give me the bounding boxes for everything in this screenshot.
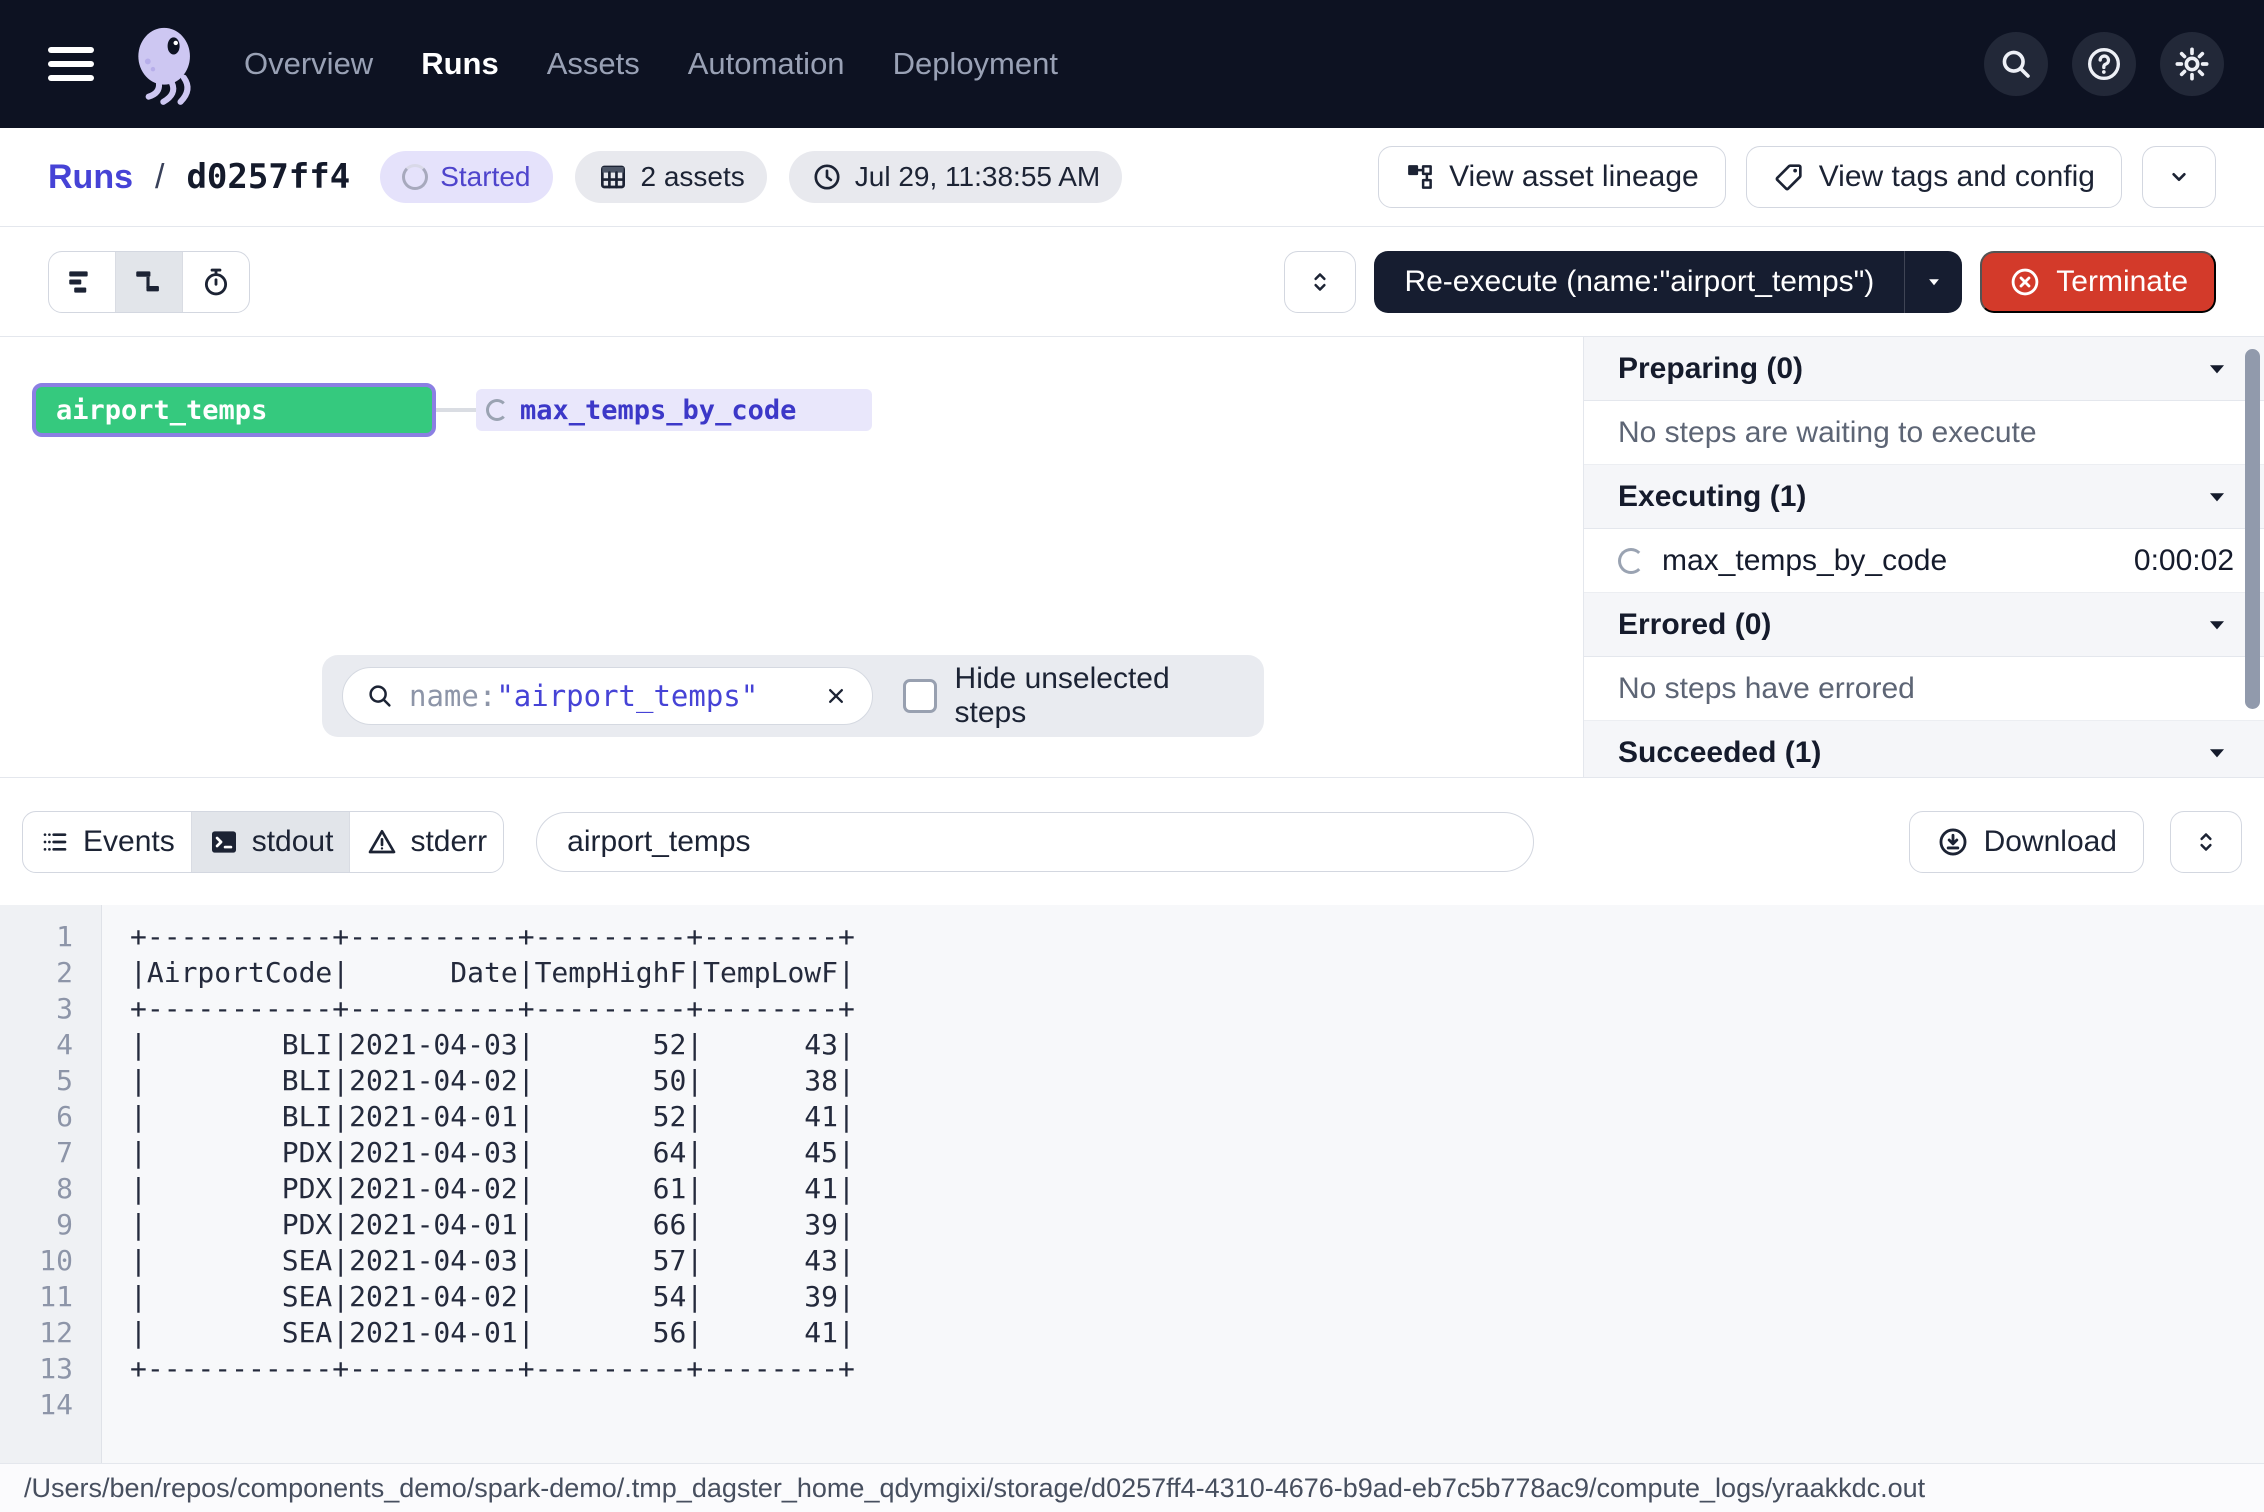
tab-stdout[interactable]: stdout	[191, 812, 350, 872]
clear-query-icon[interactable]	[822, 682, 850, 710]
nav-item-runs[interactable]: Runs	[421, 46, 499, 82]
caret-down-icon	[1921, 269, 1947, 295]
terminal-icon	[208, 826, 240, 858]
log-viewer[interactable]: 12 34 56 78 910 1112 1314 +-----------+-…	[0, 905, 2264, 1463]
top-nav: Overview Runs Assets Automation Deployme…	[0, 0, 2264, 128]
run-header: Runs / d0257ff4 Started 2 assets Jul 29,…	[0, 128, 2264, 227]
step-query-input[interactable]: name:"airport_temps"	[342, 667, 873, 725]
help-icon	[2084, 44, 2124, 84]
reexecute-split-button: Re-execute (name:"airport_temps")	[1374, 251, 1962, 313]
tab-events[interactable]: Events	[23, 812, 191, 872]
tab-stderr[interactable]: stderr	[349, 812, 503, 872]
nav-item-deployment[interactable]: Deployment	[893, 46, 1058, 82]
view-tags-config-button[interactable]: View tags and config	[1746, 146, 2122, 208]
search-icon	[365, 681, 395, 711]
status-badge: Started	[380, 151, 552, 203]
reexecute-button[interactable]: Re-execute (name:"airport_temps")	[1374, 251, 1904, 313]
log-toolbar: Events stdout stderr Download	[0, 777, 2264, 905]
nav-item-automation[interactable]: Automation	[688, 46, 845, 82]
section-errored[interactable]: Errored (0)	[1584, 593, 2264, 657]
spinner-icon	[1618, 548, 1644, 574]
chevron-down-icon	[2163, 161, 2195, 193]
nav-item-overview[interactable]: Overview	[244, 46, 373, 82]
stopwatch-icon	[199, 265, 233, 299]
hide-unselected-steps-toggle[interactable]: Hide unselected steps	[903, 662, 1244, 730]
caret-down-icon	[2204, 356, 2230, 382]
assets-badge[interactable]: 2 assets	[575, 151, 767, 203]
nav-item-assets[interactable]: Assets	[547, 46, 640, 82]
gantt-view-switcher	[48, 251, 250, 313]
reexecute-dropdown-button[interactable]	[1904, 251, 1962, 313]
search-button[interactable]	[1984, 32, 2048, 96]
gantt-waterfall-icon	[132, 265, 166, 299]
more-run-actions-button[interactable]	[2142, 146, 2216, 208]
log-path-bar: /Users/ben/repos/components_demo/spark-d…	[0, 1463, 2264, 1512]
settings-button[interactable]	[2160, 32, 2224, 96]
caret-sort-icon	[1305, 267, 1335, 297]
download-button[interactable]: Download	[1909, 811, 2144, 873]
step-node-airport-temps[interactable]: airport_temps	[32, 383, 436, 437]
caret-down-icon	[2204, 740, 2230, 766]
dagster-logo-icon[interactable]	[122, 18, 208, 110]
step-status-panel: Preparing (0) No steps are waiting to ex…	[1583, 337, 2264, 777]
caret-down-icon	[2204, 612, 2230, 638]
warning-triangle-icon	[366, 826, 398, 858]
spinner-icon	[486, 399, 508, 421]
event-list-icon	[39, 826, 71, 858]
search-icon	[1998, 46, 2034, 82]
run-body: airport_temps max_temps_by_code name:"ai…	[0, 337, 2264, 777]
lineage-icon	[1405, 162, 1435, 192]
grid-icon	[597, 161, 629, 193]
view-flat-button[interactable]	[49, 252, 115, 312]
view-timer-button[interactable]	[182, 252, 249, 312]
caret-sort-icon	[2191, 827, 2221, 857]
step-node-max-temps-by-code[interactable]: max_temps_by_code	[476, 389, 872, 431]
zoom-fit-button[interactable]	[1284, 251, 1356, 313]
run-id: d0257ff4	[186, 157, 350, 197]
clock-icon	[811, 161, 843, 193]
log-filter-input[interactable]	[536, 812, 1534, 872]
section-executing[interactable]: Executing (1)	[1584, 465, 2264, 529]
log-file-path: /Users/ben/repos/components_demo/spark-d…	[24, 1473, 1925, 1504]
executing-step-row[interactable]: max_temps_by_code 0:00:02	[1584, 529, 2264, 593]
menu-icon[interactable]	[48, 47, 94, 81]
step-filter-bar: name:"airport_temps" Hide unselected ste…	[322, 655, 1264, 737]
gantt-chart[interactable]: airport_temps max_temps_by_code name:"ai…	[0, 337, 1583, 777]
caret-down-icon	[2204, 484, 2230, 510]
checkbox-unchecked[interactable]	[903, 679, 936, 713]
gantt-flat-icon	[65, 265, 99, 299]
view-waterfall-button[interactable]	[115, 252, 182, 312]
section-preparing[interactable]: Preparing (0)	[1584, 337, 2264, 401]
preparing-empty-message: No steps are waiting to execute	[1584, 401, 2264, 465]
gantt-toolbar: Re-execute (name:"airport_temps") Termin…	[0, 227, 2264, 337]
primary-nav: Overview Runs Assets Automation Deployme…	[244, 46, 1058, 82]
elapsed-time: 0:00:02	[2134, 544, 2234, 578]
help-button[interactable]	[2072, 32, 2136, 96]
panel-scrollbar[interactable]	[2245, 349, 2260, 709]
view-asset-lineage-button[interactable]: View asset lineage	[1378, 146, 1726, 208]
breadcrumb-separator: /	[155, 158, 164, 197]
errored-empty-message: No steps have errored	[1584, 657, 2264, 721]
gear-icon	[2172, 44, 2212, 84]
log-tab-switcher: Events stdout stderr	[22, 811, 504, 873]
spinner-icon	[402, 164, 428, 190]
download-icon	[1936, 825, 1970, 859]
breadcrumb-runs-link[interactable]: Runs	[48, 158, 133, 197]
section-succeeded[interactable]: Succeeded (1)	[1584, 721, 2264, 777]
expand-logs-button[interactable]	[2170, 811, 2242, 873]
log-content[interactable]: +-----------+----------+---------+------…	[102, 905, 855, 1463]
timestamp-badge: Jul 29, 11:38:55 AM	[789, 151, 1122, 203]
dependency-edge	[436, 408, 476, 412]
circle-x-icon	[2008, 265, 2042, 299]
line-number-gutter: 12 34 56 78 910 1112 1314	[0, 905, 102, 1463]
tag-icon	[1773, 161, 1805, 193]
terminate-button[interactable]: Terminate	[1980, 251, 2216, 313]
